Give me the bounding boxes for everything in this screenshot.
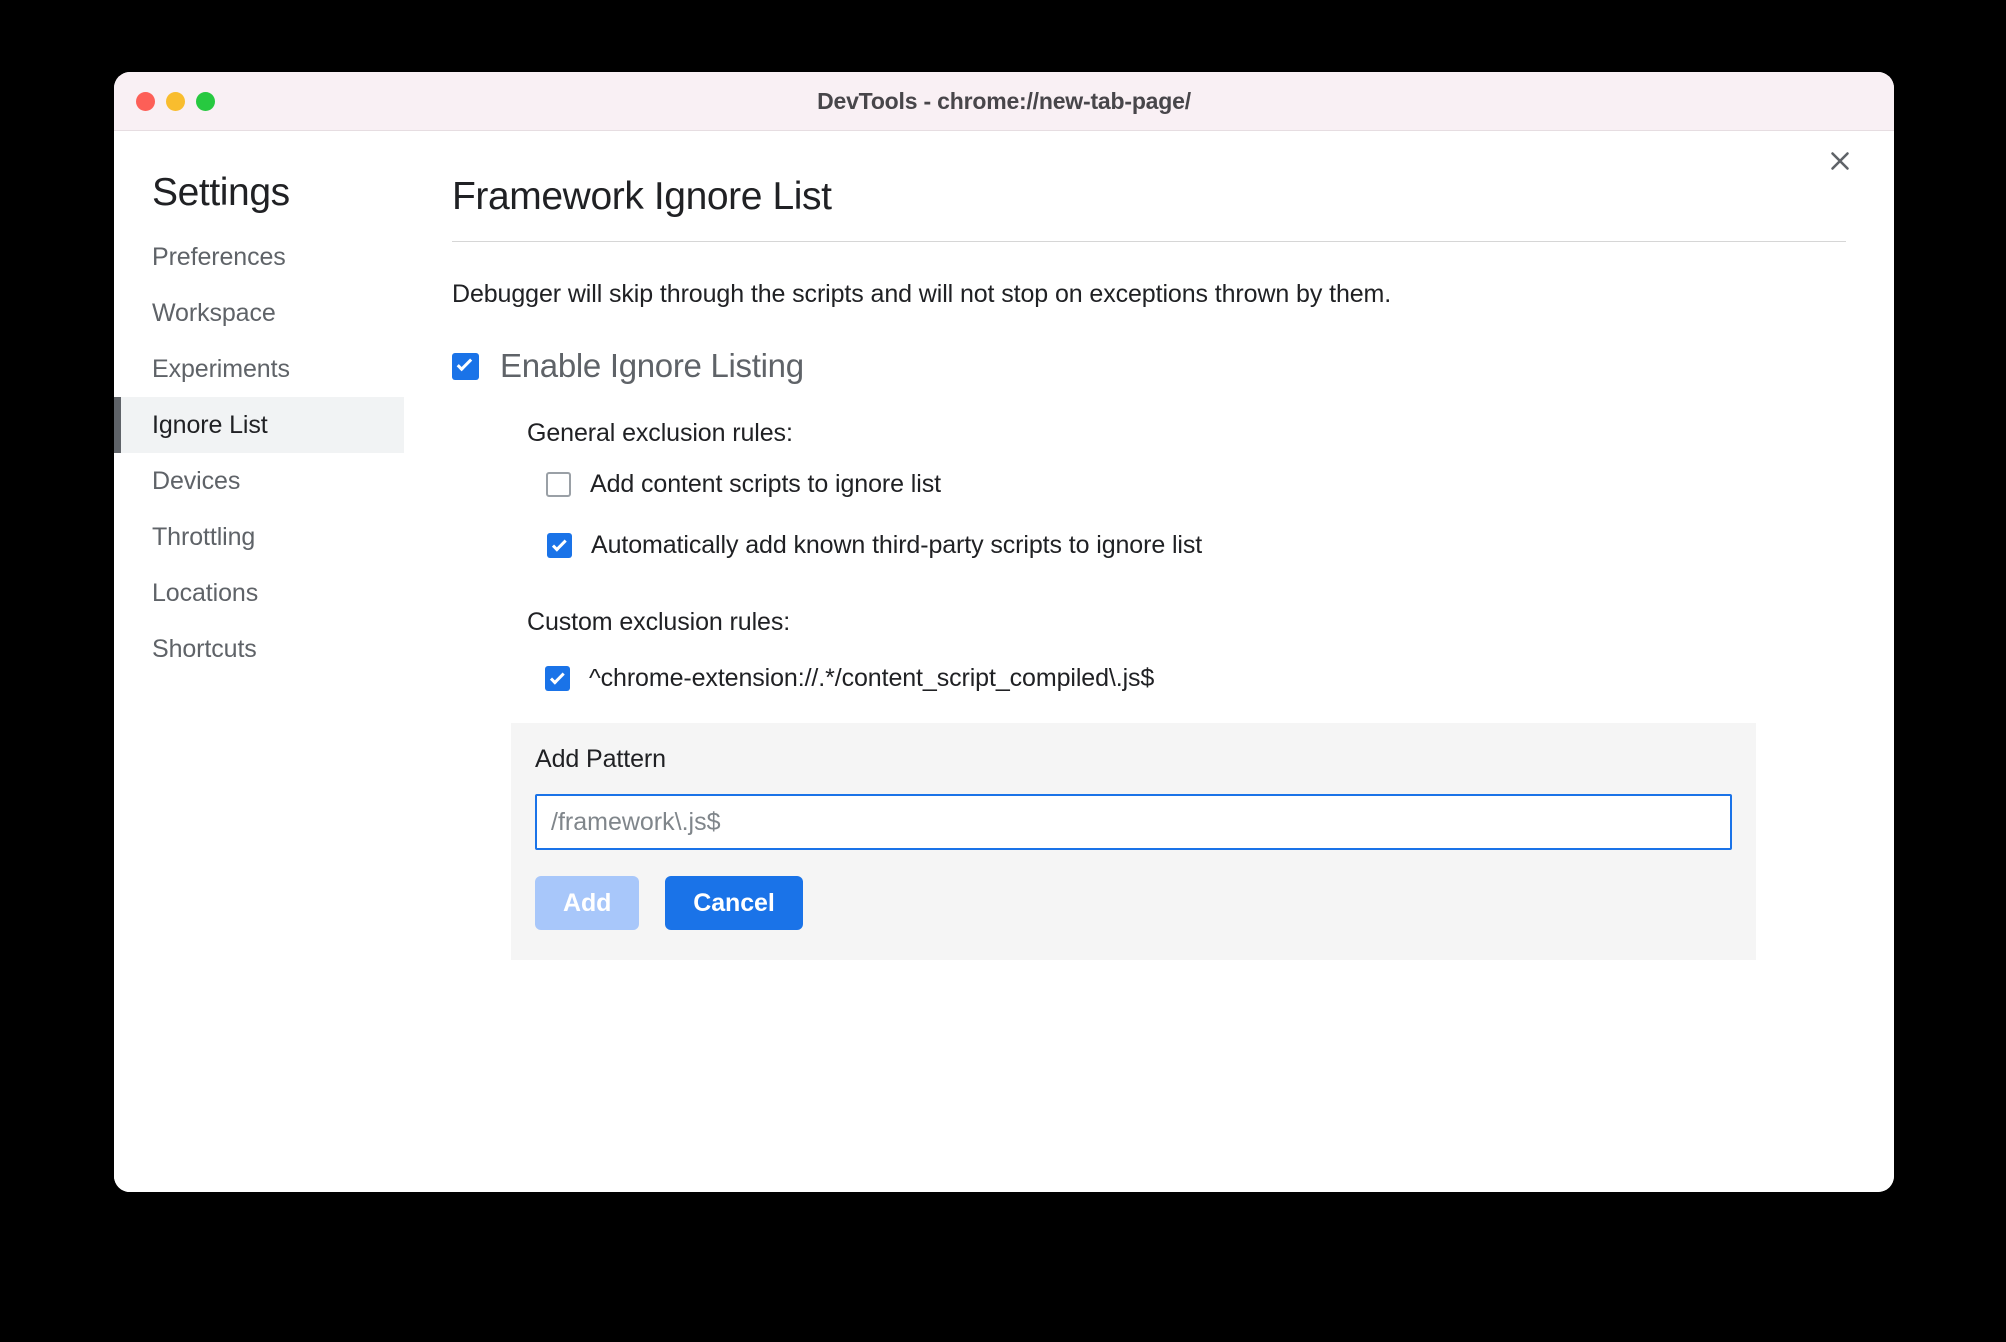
sidebar-item-label: Preferences bbox=[152, 242, 286, 271]
enable-ignore-listing-checkbox-row[interactable]: Enable Ignore Listing bbox=[452, 347, 1846, 385]
sidebar-item-label: Throttling bbox=[152, 522, 256, 551]
enable-ignore-listing-checkbox[interactable] bbox=[452, 352, 479, 380]
auto-add-third-party-checkbox[interactable] bbox=[547, 533, 572, 558]
window-close-button[interactable] bbox=[136, 91, 155, 111]
add-content-scripts-label: Add content scripts to ignore list bbox=[590, 470, 941, 498]
cancel-button[interactable]: Cancel bbox=[665, 876, 803, 930]
sidebar-item-experiments[interactable]: Experiments bbox=[114, 341, 404, 397]
close-icon[interactable] bbox=[1820, 141, 1860, 181]
custom-exclusion-rules-label: Custom exclusion rules: bbox=[527, 608, 791, 636]
enable-ignore-listing-label: Enable Ignore Listing bbox=[500, 347, 804, 384]
add-pattern-button-row: Add Cancel bbox=[535, 876, 1732, 930]
sidebar-item-label: Workspace bbox=[152, 298, 276, 327]
devtools-window: DevTools - chrome://new-tab-page/ Settin… bbox=[114, 72, 1894, 1192]
window-minimize-button[interactable] bbox=[166, 91, 185, 111]
sidebar-item-workspace[interactable]: Workspace bbox=[114, 285, 404, 341]
sidebar-item-label: Locations bbox=[152, 578, 259, 607]
sidebar-item-label: Devices bbox=[152, 466, 241, 495]
window-title: DevTools - chrome://new-tab-page/ bbox=[817, 87, 1191, 114]
ignore-list-options-group: General exclusion rules: Add content scr… bbox=[511, 419, 1846, 960]
pattern-input[interactable] bbox=[535, 794, 1732, 850]
custom-pattern-checkbox[interactable] bbox=[545, 666, 570, 691]
window-titlebar: DevTools - chrome://new-tab-page/ bbox=[114, 72, 1894, 131]
general-exclusion-rules-label: General exclusion rules: bbox=[527, 419, 793, 447]
sidebar-item-ignore-list[interactable]: Ignore List bbox=[114, 397, 404, 453]
settings-heading: Settings bbox=[152, 171, 290, 214]
sidebar-item-locations[interactable]: Locations bbox=[114, 565, 404, 621]
sidebar-item-label: Shortcuts bbox=[152, 634, 257, 663]
settings-main-panel: Framework Ignore List Debugger will skip… bbox=[404, 131, 1894, 1192]
panel-description: Debugger will skip through the scripts a… bbox=[452, 280, 1392, 308]
add-button[interactable]: Add bbox=[535, 876, 640, 930]
sidebar-item-preferences[interactable]: Preferences bbox=[114, 229, 404, 285]
sidebar-item-label: Experiments bbox=[152, 354, 290, 383]
devtools-body: Settings Preferences Workspace Experimen… bbox=[114, 131, 1894, 1192]
auto-add-third-party-label: Automatically add known third-party scri… bbox=[591, 531, 1203, 559]
settings-sidebar: Settings Preferences Workspace Experimen… bbox=[114, 131, 404, 1192]
sidebar-item-throttling[interactable]: Throttling bbox=[114, 509, 404, 565]
sidebar-item-shortcuts[interactable]: Shortcuts bbox=[114, 621, 404, 677]
sidebar-item-devices[interactable]: Devices bbox=[114, 453, 404, 509]
add-pattern-title: Add Pattern bbox=[535, 745, 666, 773]
window-zoom-button[interactable] bbox=[196, 91, 215, 111]
add-content-scripts-checkbox[interactable] bbox=[546, 472, 571, 497]
add-content-scripts-checkbox-row[interactable]: Add content scripts to ignore list bbox=[546, 470, 1846, 499]
custom-pattern-label: ^chrome-extension://.*/content_script_co… bbox=[589, 664, 1155, 692]
add-pattern-panel: Add Pattern Add Cancel bbox=[511, 723, 1756, 960]
custom-pattern-row[interactable]: ^chrome-extension://.*/content_script_co… bbox=[545, 664, 1846, 693]
sidebar-item-label: Ignore List bbox=[152, 410, 268, 439]
traffic-lights bbox=[136, 72, 215, 130]
auto-add-third-party-checkbox-row[interactable]: Automatically add known third-party scri… bbox=[547, 531, 1846, 560]
page-title: Framework Ignore List bbox=[452, 175, 1846, 242]
